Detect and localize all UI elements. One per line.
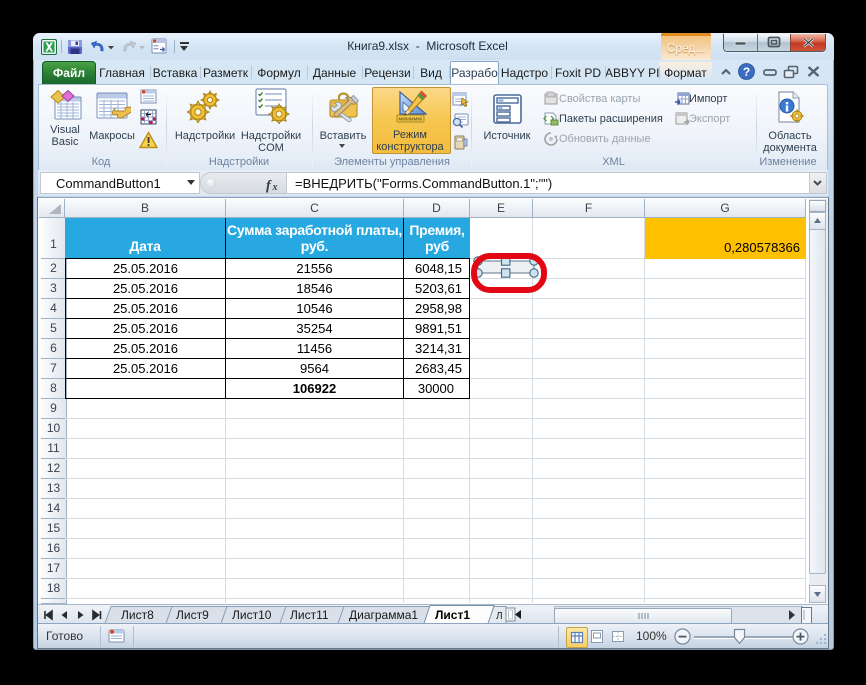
svg-text:?: ? [743, 65, 750, 79]
svg-text:f: f [266, 178, 272, 193]
svg-text:ммммммі: ммммммі [399, 117, 423, 123]
svg-text:Лист10: Лист10 [232, 608, 272, 622]
svg-text:Лист11: Лист11 [290, 608, 329, 622]
svg-text:Лист8: Лист8 [121, 608, 154, 622]
svg-text:Лист1: Лист1 [435, 608, 470, 622]
svg-text:Диаграмма1: Диаграмма1 [349, 608, 418, 622]
svg-text:Л: Л [496, 611, 503, 622]
svg-text:x: x [272, 182, 278, 193]
svg-text:Лист9: Лист9 [176, 608, 209, 622]
